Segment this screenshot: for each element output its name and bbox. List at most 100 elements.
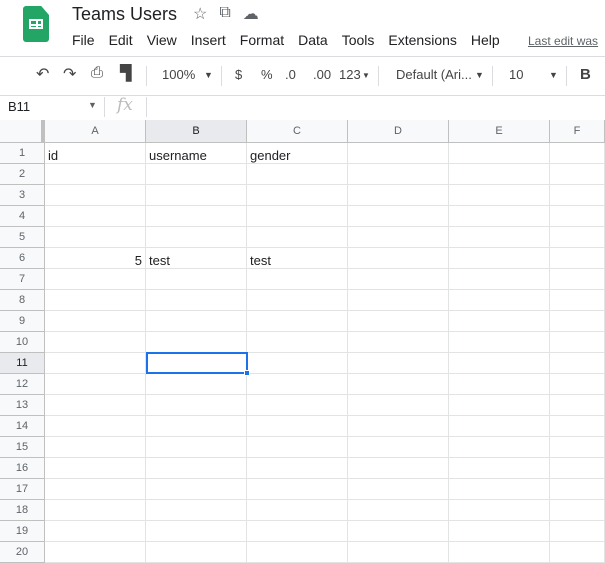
cell-C2[interactable] bbox=[247, 164, 348, 185]
cell-A7[interactable] bbox=[45, 269, 146, 290]
cell-A10[interactable] bbox=[45, 332, 146, 353]
cell-F9[interactable] bbox=[550, 311, 605, 332]
cell-E5[interactable] bbox=[449, 227, 550, 248]
cell-D3[interactable] bbox=[348, 185, 449, 206]
cell-C7[interactable] bbox=[247, 269, 348, 290]
cell-F20[interactable] bbox=[550, 542, 605, 563]
decrease-decimal-button[interactable]: .0 bbox=[285, 67, 296, 82]
cell-E17[interactable] bbox=[449, 479, 550, 500]
cell-D8[interactable] bbox=[348, 290, 449, 311]
cell-A17[interactable] bbox=[45, 479, 146, 500]
cell-E13[interactable] bbox=[449, 395, 550, 416]
move-folder-icon[interactable]: ⧉ bbox=[219, 4, 230, 24]
cell-F10[interactable] bbox=[550, 332, 605, 353]
cell-C1[interactable]: gender bbox=[247, 143, 348, 164]
cell-C8[interactable] bbox=[247, 290, 348, 311]
cell-B1[interactable]: username bbox=[146, 143, 247, 164]
cell-E12[interactable] bbox=[449, 374, 550, 395]
column-header-e[interactable]: E bbox=[449, 120, 550, 143]
cell-C3[interactable] bbox=[247, 185, 348, 206]
cell-B14[interactable] bbox=[146, 416, 247, 437]
column-header-b[interactable]: B bbox=[146, 120, 247, 143]
cell-E4[interactable] bbox=[449, 206, 550, 227]
row-header[interactable]: 2 bbox=[0, 164, 45, 185]
cell-F11[interactable] bbox=[550, 353, 605, 374]
cell-D11[interactable] bbox=[348, 353, 449, 374]
cell-E16[interactable] bbox=[449, 458, 550, 479]
row-header[interactable]: 5 bbox=[0, 227, 45, 248]
menu-data[interactable]: Data bbox=[298, 32, 328, 48]
cell-E18[interactable] bbox=[449, 500, 550, 521]
chevron-down-icon[interactable]: ▼ bbox=[204, 70, 213, 80]
cell-D7[interactable] bbox=[348, 269, 449, 290]
cell-B2[interactable] bbox=[146, 164, 247, 185]
menu-file[interactable]: File bbox=[72, 32, 95, 48]
currency-button[interactable]: $ bbox=[235, 67, 242, 82]
cell-A8[interactable] bbox=[45, 290, 146, 311]
cell-C6[interactable]: test bbox=[247, 248, 348, 269]
cell-F12[interactable] bbox=[550, 374, 605, 395]
doc-title[interactable]: Teams Users bbox=[72, 4, 177, 25]
cell-A12[interactable] bbox=[45, 374, 146, 395]
cell-B6[interactable]: test bbox=[146, 248, 247, 269]
cell-F17[interactable] bbox=[550, 479, 605, 500]
cell-F18[interactable] bbox=[550, 500, 605, 521]
undo-icon[interactable]: ↶ bbox=[36, 64, 49, 84]
column-header-c[interactable]: C bbox=[247, 120, 348, 143]
cell-C12[interactable] bbox=[247, 374, 348, 395]
cell-D1[interactable] bbox=[348, 143, 449, 164]
row-header[interactable]: 11 bbox=[0, 353, 45, 374]
row-header[interactable]: 20 bbox=[0, 542, 45, 563]
cell-E14[interactable] bbox=[449, 416, 550, 437]
cell-D13[interactable] bbox=[348, 395, 449, 416]
row-header[interactable]: 3 bbox=[0, 185, 45, 206]
menu-insert[interactable]: Insert bbox=[191, 32, 226, 48]
cell-D5[interactable] bbox=[348, 227, 449, 248]
bold-button[interactable]: B bbox=[580, 66, 591, 83]
cell-E15[interactable] bbox=[449, 437, 550, 458]
row-header[interactable]: 9 bbox=[0, 311, 45, 332]
cell-E19[interactable] bbox=[449, 521, 550, 542]
cell-B13[interactable] bbox=[146, 395, 247, 416]
menu-view[interactable]: View bbox=[147, 32, 177, 48]
cell-C9[interactable] bbox=[247, 311, 348, 332]
cell-E8[interactable] bbox=[449, 290, 550, 311]
column-header-d[interactable]: D bbox=[348, 120, 449, 143]
cell-E11[interactable] bbox=[449, 353, 550, 374]
cell-A14[interactable] bbox=[45, 416, 146, 437]
cell-D2[interactable] bbox=[348, 164, 449, 185]
cell-A3[interactable] bbox=[45, 185, 146, 206]
menu-tools[interactable]: Tools bbox=[342, 32, 375, 48]
cell-D15[interactable] bbox=[348, 437, 449, 458]
cell-F3[interactable] bbox=[550, 185, 605, 206]
row-header[interactable]: 10 bbox=[0, 332, 45, 353]
cell-C5[interactable] bbox=[247, 227, 348, 248]
menu-format[interactable]: Format bbox=[240, 32, 284, 48]
cell-A11[interactable] bbox=[45, 353, 146, 374]
cell-D4[interactable] bbox=[348, 206, 449, 227]
name-box[interactable]: B11 bbox=[8, 99, 30, 114]
cell-A4[interactable] bbox=[45, 206, 146, 227]
cell-A16[interactable] bbox=[45, 458, 146, 479]
row-header[interactable]: 4 bbox=[0, 206, 45, 227]
row-header[interactable]: 15 bbox=[0, 437, 45, 458]
cell-C11[interactable] bbox=[247, 353, 348, 374]
star-icon[interactable]: ☆ bbox=[193, 4, 207, 24]
row-header[interactable]: 19 bbox=[0, 521, 45, 542]
cloud-status-icon[interactable]: ☁ bbox=[243, 4, 259, 24]
menu-extensions[interactable]: Extensions bbox=[388, 32, 456, 48]
cell-D10[interactable] bbox=[348, 332, 449, 353]
cell-E2[interactable] bbox=[449, 164, 550, 185]
cell-A15[interactable] bbox=[45, 437, 146, 458]
cell-B5[interactable] bbox=[146, 227, 247, 248]
cell-B4[interactable] bbox=[146, 206, 247, 227]
cell-A6[interactable]: 5 bbox=[45, 248, 146, 269]
cell-F13[interactable] bbox=[550, 395, 605, 416]
cell-D6[interactable] bbox=[348, 248, 449, 269]
cell-F4[interactable] bbox=[550, 206, 605, 227]
cell-D9[interactable] bbox=[348, 311, 449, 332]
cell-F1[interactable] bbox=[550, 143, 605, 164]
row-header[interactable]: 13 bbox=[0, 395, 45, 416]
cell-A9[interactable] bbox=[45, 311, 146, 332]
cell-D18[interactable] bbox=[348, 500, 449, 521]
